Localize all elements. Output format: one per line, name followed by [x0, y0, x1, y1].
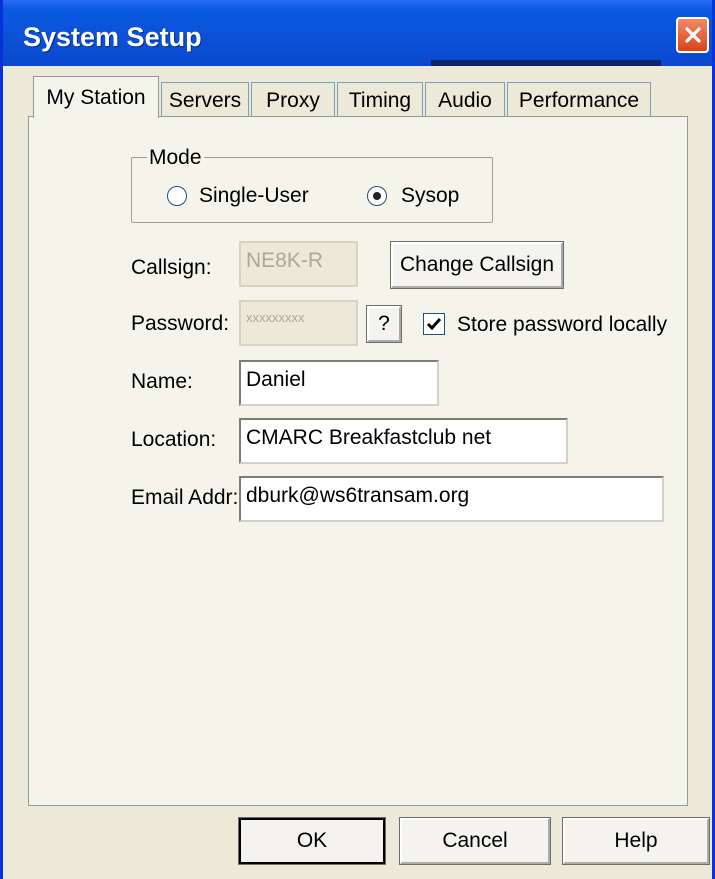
- tab-label: Performance: [518, 88, 640, 112]
- tab-label: Audio: [438, 88, 492, 112]
- password-field: xxxxxxxxx: [239, 300, 358, 346]
- sysop-radio[interactable]: [367, 186, 387, 206]
- tab-audio[interactable]: Audio: [425, 82, 505, 118]
- change-callsign-label: Change Callsign: [399, 253, 555, 276]
- ok-label: OK: [296, 829, 328, 852]
- password-label: Password:: [131, 312, 230, 335]
- tab-label: Servers: [168, 88, 242, 112]
- close-button[interactable]: [676, 17, 709, 53]
- close-icon: [684, 27, 701, 43]
- email-label: Email Addr:: [131, 486, 239, 509]
- callsign-field: NE8K-R: [239, 241, 358, 287]
- callsign-label: Callsign:: [131, 256, 212, 279]
- password-help-button[interactable]: ?: [366, 305, 402, 343]
- checkmark-icon: [426, 318, 442, 331]
- tab-timing[interactable]: Timing: [337, 82, 423, 118]
- radio-selected-dot: [373, 192, 381, 200]
- password-help-label: ?: [378, 312, 390, 335]
- change-callsign-button[interactable]: Change Callsign: [390, 241, 564, 289]
- store-password-checkbox[interactable]: [423, 313, 445, 335]
- help-label: Help: [614, 829, 658, 852]
- mode-group-title: Mode: [147, 146, 204, 170]
- name-label: Name:: [131, 370, 193, 393]
- system-setup-dialog: System Setup My Station Servers Proxy Ti…: [0, 0, 715, 879]
- location-label: Location:: [131, 428, 217, 451]
- tab-servers[interactable]: Servers: [161, 82, 249, 118]
- cancel-button[interactable]: Cancel: [399, 817, 551, 865]
- location-field[interactable]: CMARC Breakfastclub net: [239, 418, 568, 464]
- window-title: System Setup: [23, 22, 202, 52]
- tab-label: Timing: [348, 88, 412, 112]
- tab-proxy[interactable]: Proxy: [251, 82, 335, 118]
- single-user-radio[interactable]: [167, 186, 187, 206]
- store-password-label[interactable]: Store password locally: [457, 313, 667, 337]
- tab-performance[interactable]: Performance: [507, 82, 651, 118]
- sysop-label[interactable]: Sysop: [401, 184, 459, 208]
- tab-my-station[interactable]: My Station: [33, 76, 159, 118]
- help-button[interactable]: Help: [562, 817, 710, 865]
- cancel-label: Cancel: [442, 829, 508, 852]
- email-field[interactable]: dburk@ws6transam.org: [239, 476, 664, 522]
- tab-label: My Station: [46, 85, 146, 109]
- name-field[interactable]: Daniel: [239, 360, 439, 406]
- tab-label: Proxy: [266, 88, 320, 112]
- single-user-label[interactable]: Single-User: [199, 184, 309, 208]
- ok-button[interactable]: OK: [238, 817, 386, 865]
